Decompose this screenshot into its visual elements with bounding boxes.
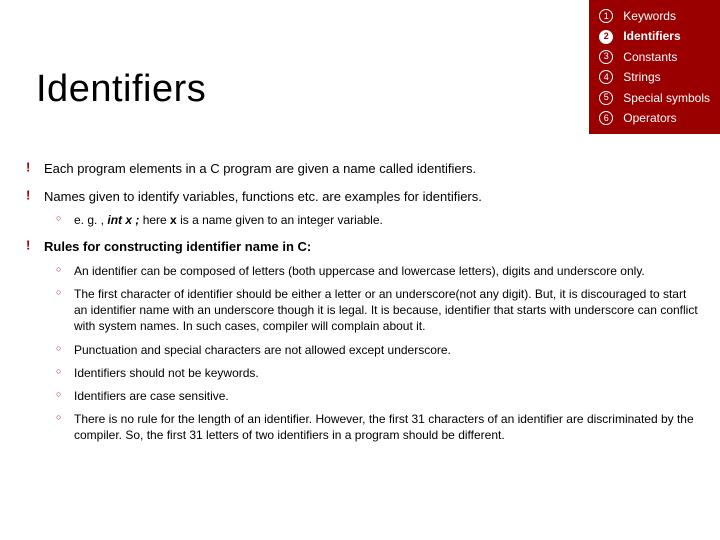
legend-item: 2 Identifiers <box>599 26 710 46</box>
bullet-level2: There is no rule for the length of an id… <box>56 411 700 443</box>
circled-number-icon: 2 <box>599 30 613 44</box>
circled-number-icon: 3 <box>599 50 613 64</box>
bullet-text: Each program elements in a C program are… <box>44 161 476 176</box>
bullet-text: An identifier can be composed of letters… <box>74 264 645 278</box>
bullet-text: Names given to identify variables, funct… <box>44 189 482 204</box>
bullet-level2: Identifiers should not be keywords. <box>56 365 700 381</box>
bullet-level2: Identifiers are case sensitive. <box>56 388 700 404</box>
legend-label: Constants <box>623 47 677 67</box>
bullet-level1: Each program elements in a C program are… <box>26 160 700 178</box>
legend-item: 3 Constants <box>599 47 710 67</box>
content-area: Each program elements in a C program are… <box>26 160 700 454</box>
bullet-text: Identifiers should not be keywords. <box>74 366 259 380</box>
example-prefix: e. g. , <box>74 213 107 227</box>
legend-item: 5 Special symbols <box>599 88 710 108</box>
legend-label: Keywords <box>623 6 676 26</box>
bullet-text: Punctuation and special characters are n… <box>74 343 451 357</box>
code-snippet: int x ; <box>107 213 139 227</box>
legend-item: 4 Strings <box>599 67 710 87</box>
code-var: x <box>170 213 177 227</box>
legend-label: Strings <box>623 67 660 87</box>
circled-number-icon: 4 <box>599 70 613 84</box>
legend-item: 6 Operators <box>599 108 710 128</box>
bullet-level2: e. g. , int x ; here x is a name given t… <box>56 212 700 228</box>
bullet-text: The first character of identifier should… <box>74 287 698 333</box>
circled-number-icon: 1 <box>599 9 613 23</box>
legend-item: 1 Keywords <box>599 6 710 26</box>
bullet-text: Identifiers are case sensitive. <box>74 389 229 403</box>
bullet-level2: Punctuation and special characters are n… <box>56 342 700 358</box>
legend-box: 1 Keywords 2 Identifiers 3 Constants 4 S… <box>589 0 720 134</box>
bullet-text: There is no rule for the length of an id… <box>74 412 694 442</box>
legend-label: Special symbols <box>623 88 710 108</box>
circled-number-icon: 6 <box>599 111 613 125</box>
page-title: Identifiers <box>36 68 206 111</box>
bullet-level2: The first character of identifier should… <box>56 286 700 335</box>
example-mid: here <box>139 213 170 227</box>
bullet-level1: Names given to identify variables, funct… <box>26 188 700 229</box>
bullet-level1: Rules for constructing identifier name i… <box>26 238 700 443</box>
legend-label: Operators <box>623 108 676 128</box>
example-suffix: is a name given to an integer variable. <box>177 213 383 227</box>
circled-number-icon: 5 <box>599 91 613 105</box>
legend-label: Identifiers <box>623 26 680 46</box>
bullet-level2: An identifier can be composed of letters… <box>56 263 700 279</box>
bullet-text: Rules for constructing identifier name i… <box>44 239 311 254</box>
